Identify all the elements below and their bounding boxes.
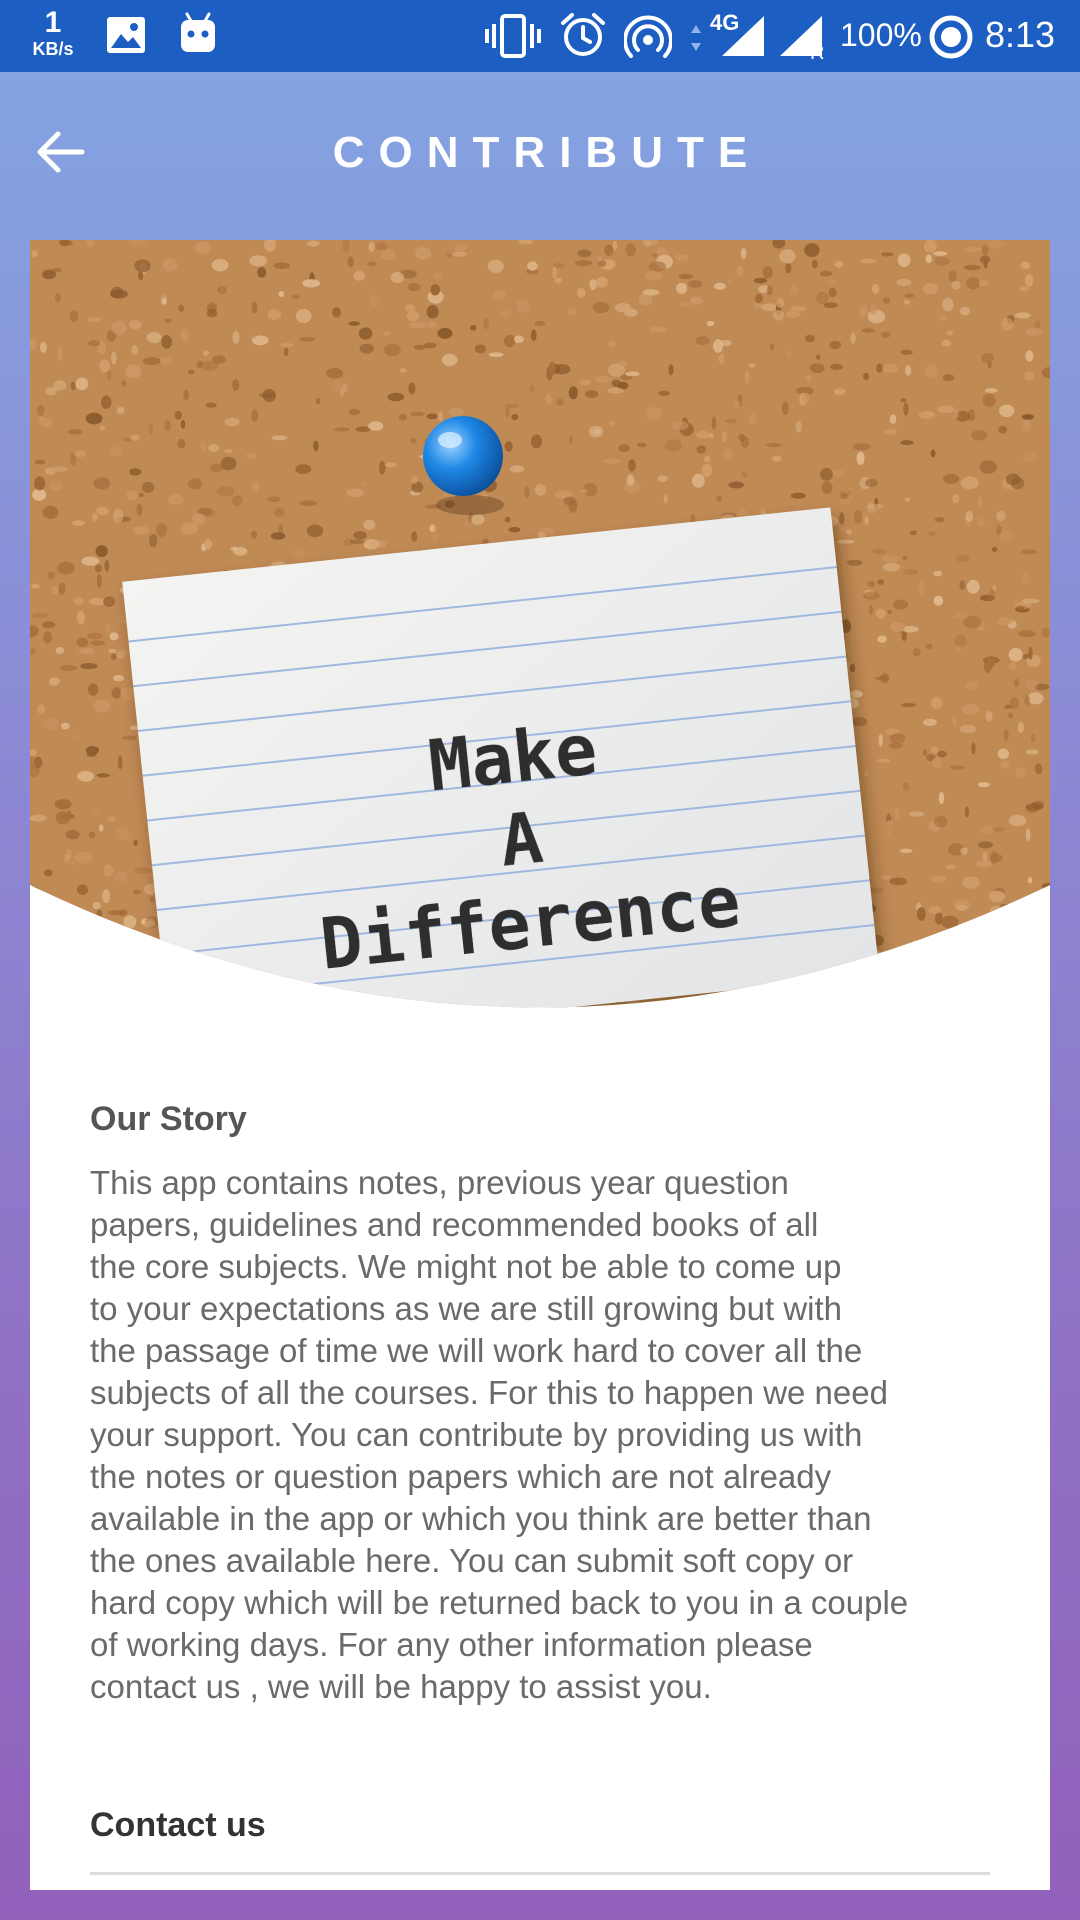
story-line: This app contains notes, previous year q… bbox=[90, 1164, 789, 1201]
status-bar: 1 KB/s 4G R 100% 8:13 bbox=[0, 0, 1080, 72]
data-arrows-icon bbox=[691, 25, 701, 51]
story-line: your support. You can contribute by prov… bbox=[90, 1416, 863, 1453]
image-icon bbox=[107, 17, 145, 53]
contact-title[interactable]: Contact us bbox=[90, 1806, 266, 1845]
note-line-make: Make bbox=[425, 708, 601, 807]
app-bar: CONTRIBUTE bbox=[0, 72, 1080, 240]
alarm-icon bbox=[561, 13, 605, 56]
story-title: Our Story bbox=[90, 1100, 247, 1138]
story-line: the ones available here. You can submit … bbox=[90, 1542, 854, 1579]
contact-divider bbox=[90, 1872, 990, 1875]
page-title: CONTRIBUTE bbox=[332, 128, 762, 177]
content-card: Make A Difference Our Story This app con… bbox=[30, 240, 1050, 1890]
story-line: to your expectations as we are still gro… bbox=[90, 1290, 843, 1327]
battery-ring-icon bbox=[929, 15, 973, 59]
story-line: hard copy which will be returned back to… bbox=[90, 1584, 909, 1621]
story-line: the notes or question papers which are n… bbox=[90, 1458, 832, 1495]
hotspot-icon bbox=[624, 15, 672, 58]
story-line: available in the app or which you think … bbox=[90, 1500, 872, 1537]
roaming-label: R bbox=[810, 42, 825, 64]
battery-level: 100% bbox=[840, 17, 922, 53]
hero-image: Make A Difference bbox=[30, 240, 1050, 1008]
story-line: contact us , we will be happy to assist … bbox=[90, 1668, 712, 1705]
network-speed: 1 KB/s bbox=[22, 6, 84, 59]
story-line: of working days. For any other informati… bbox=[90, 1626, 813, 1663]
network-speed-unit: KB/s bbox=[32, 39, 74, 59]
story-line: subjects of all the courses. For this to… bbox=[90, 1374, 888, 1411]
clock: 8:13 bbox=[985, 14, 1056, 55]
story-line: the core subjects. We might not be able … bbox=[90, 1248, 842, 1285]
vibrate-icon bbox=[485, 14, 541, 58]
note-line-a: A bbox=[496, 797, 546, 883]
signal-icon bbox=[722, 16, 764, 56]
story-line: papers, guidelines and recommended books… bbox=[90, 1206, 819, 1243]
story-line: the passage of time we will work hard to… bbox=[90, 1332, 863, 1369]
android-icon bbox=[181, 12, 215, 52]
network-speed-value: 1 bbox=[44, 6, 62, 39]
story-text: This app contains notes, previous year q… bbox=[90, 1162, 1010, 1708]
